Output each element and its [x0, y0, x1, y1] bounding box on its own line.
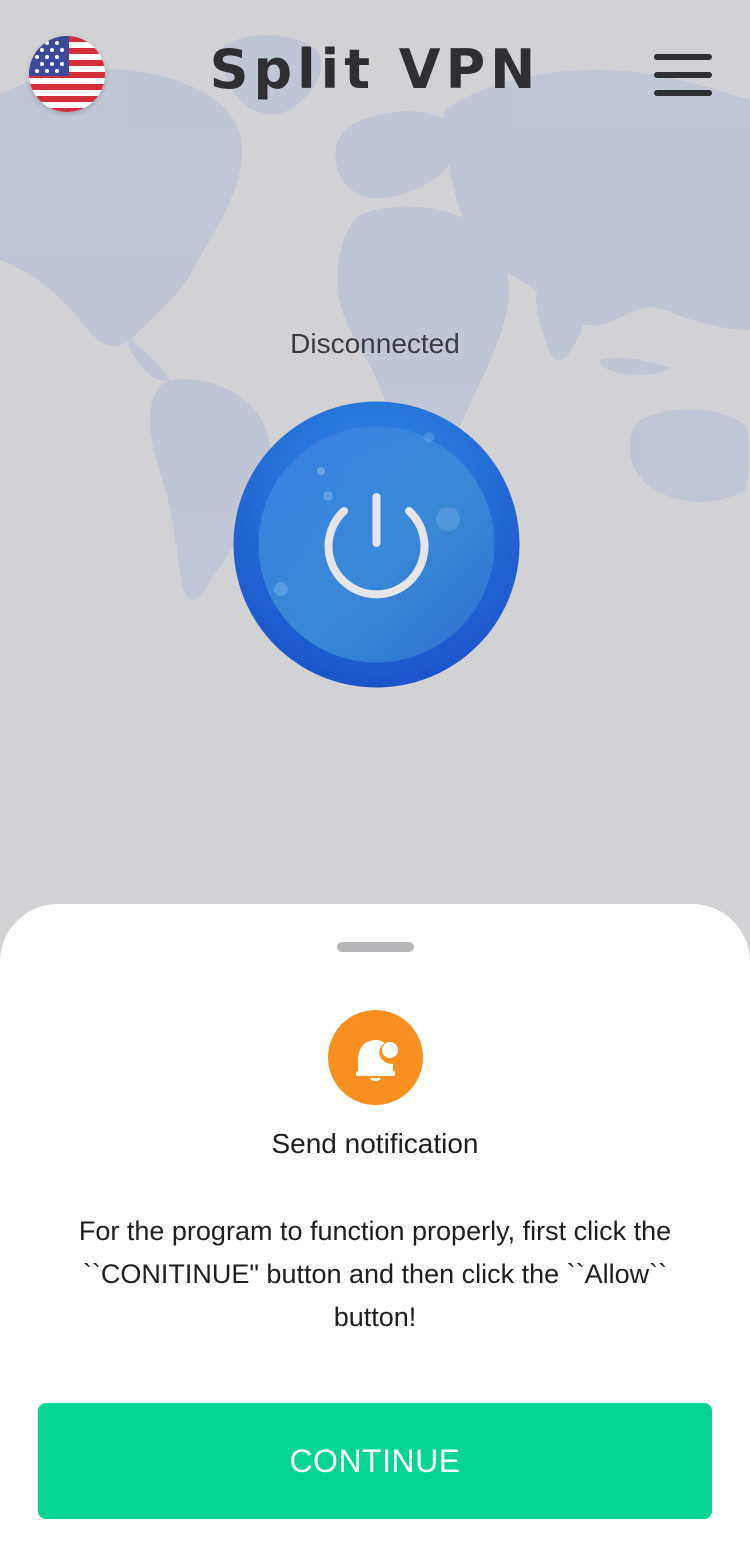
- power-icon: [233, 401, 520, 688]
- sheet-title: Send notification: [271, 1128, 479, 1159]
- continue-button[interactable]: CONTINUE: [38, 1403, 712, 1519]
- us-flag-icon[interactable]: [29, 36, 105, 112]
- hamburger-menu-icon[interactable]: [648, 48, 718, 104]
- notification-bottom-sheet: Send notification For the program to fun…: [0, 904, 750, 1550]
- sheet-message: For the program to function properly, fi…: [78, 1216, 672, 1332]
- notification-bell-icon: [328, 1010, 423, 1105]
- app-header: Split VPN: [0, 0, 750, 150]
- power-button[interactable]: [233, 401, 520, 688]
- app-screen: Split VPN Disconnected Send notification…: [0, 0, 750, 1550]
- sheet-drag-handle[interactable]: [337, 942, 414, 952]
- app-title: Split VPN: [209, 38, 541, 101]
- connection-status: Disconnected: [290, 328, 460, 359]
